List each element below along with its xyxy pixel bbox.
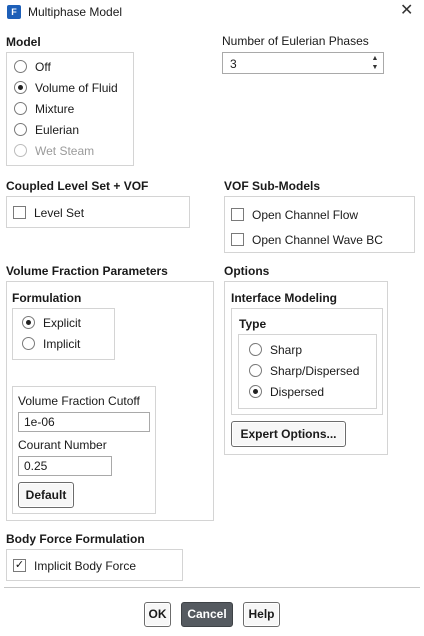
expert-options-button[interactable]: Expert Options... <box>231 421 346 447</box>
model-option-mixture[interactable]: Mixture <box>14 98 118 119</box>
formulation-label: Implicit <box>43 336 81 351</box>
implicit-body-force-checkbox[interactable]: ✓ <box>13 559 26 572</box>
formulation-title: Formulation <box>12 291 82 305</box>
model-option-wet-steam: Wet Steam <box>14 140 118 161</box>
cancel-button[interactable]: Cancel <box>181 602 233 627</box>
type-group: Sharp Sharp/Dispersed Dispersed <box>238 334 377 409</box>
footer-divider <box>4 587 420 588</box>
eulerian-phases-spinner[interactable]: 3 ▲ ▼ <box>222 52 384 74</box>
options-title: Options <box>224 264 270 278</box>
cutoff-label: Volume Fraction Cutoff <box>18 394 140 408</box>
radio-sharp[interactable] <box>249 343 262 356</box>
open-channel-wave-bc-checkbox[interactable] <box>231 233 244 246</box>
help-button[interactable]: Help <box>243 602 280 627</box>
cutoff-group: Volume Fraction Cutoff 1e-06 Courant Num… <box>12 386 156 514</box>
open-channel-wave-bc-label: Open Channel Wave BC <box>252 232 383 247</box>
model-option-label: Eulerian <box>35 122 80 137</box>
model-option-eulerian[interactable]: Eulerian <box>14 119 118 140</box>
radio-eulerian[interactable] <box>14 123 27 136</box>
eulerian-phases-label: Number of Eulerian Phases <box>222 34 369 48</box>
volume-fraction-title: Volume Fraction Parameters <box>6 264 168 278</box>
radio-dispersed[interactable] <box>249 385 262 398</box>
volume-fraction-group: Formulation Explicit Implicit Volume Fra… <box>6 281 214 521</box>
level-set-label: Level Set <box>34 205 85 220</box>
implicit-body-force-option[interactable]: ✓ Implicit Body Force <box>13 555 136 576</box>
spinner-arrows-icon[interactable]: ▲ ▼ <box>369 54 381 72</box>
ok-button[interactable]: OK <box>144 602 171 627</box>
radio-vof[interactable] <box>14 81 27 94</box>
radio-explicit[interactable] <box>22 316 35 329</box>
model-option-vof[interactable]: Volume of Fluid <box>14 77 118 98</box>
model-section-title: Model <box>6 35 41 49</box>
open-channel-flow-label: Open Channel Flow <box>252 207 359 222</box>
type-dispersed[interactable]: Dispersed <box>249 381 359 402</box>
eulerian-phases-value[interactable]: 3 <box>230 57 237 71</box>
default-button[interactable]: Default <box>18 482 74 508</box>
radio-wet-steam <box>14 144 27 157</box>
body-force-title: Body Force Formulation <box>6 532 145 546</box>
radio-off[interactable] <box>14 60 27 73</box>
model-option-label: Wet Steam <box>35 143 95 158</box>
type-sharp-dispersed[interactable]: Sharp/Dispersed <box>249 360 359 381</box>
options-group: Interface Modeling Type Sharp Sharp/Disp… <box>224 281 388 455</box>
open-channel-flow-option[interactable]: Open Channel Flow <box>231 202 383 227</box>
courant-input[interactable]: 0.25 <box>18 456 112 476</box>
cutoff-input[interactable]: 1e-06 <box>18 412 150 432</box>
model-group: Off Volume of Fluid Mixture Eulerian Wet… <box>6 52 134 166</box>
formulation-group: Explicit Implicit <box>12 308 115 360</box>
model-option-label: Off <box>35 59 51 74</box>
type-label: Sharp <box>270 342 303 357</box>
formulation-explicit[interactable]: Explicit <box>22 312 81 333</box>
formulation-implicit[interactable]: Implicit <box>22 333 81 354</box>
body-force-group: ✓ Implicit Body Force <box>6 549 183 581</box>
coupled-level-set-title: Coupled Level Set + VOF <box>6 179 149 193</box>
model-option-off[interactable]: Off <box>14 56 118 77</box>
model-option-label: Volume of Fluid <box>35 80 118 95</box>
level-set-checkbox[interactable] <box>13 206 26 219</box>
close-icon[interactable]: ✕ <box>400 2 413 20</box>
open-channel-wave-bc-option[interactable]: Open Channel Wave BC <box>231 227 383 252</box>
vof-submodels-group: Open Channel Flow Open Channel Wave BC <box>224 196 415 253</box>
implicit-body-force-label: Implicit Body Force <box>34 558 137 573</box>
type-title: Type <box>239 317 267 331</box>
radio-sharp-dispersed[interactable] <box>249 364 262 377</box>
vof-submodels-title: VOF Sub-Models <box>224 179 320 193</box>
type-sharp[interactable]: Sharp <box>249 339 359 360</box>
courant-label: Courant Number <box>18 438 107 452</box>
app-logo-icon: F <box>7 5 21 19</box>
interface-modeling-group: Type Sharp Sharp/Dispersed Dispersed <box>231 308 383 415</box>
open-channel-flow-checkbox[interactable] <box>231 208 244 221</box>
coupled-level-set-group: Level Set <box>6 196 190 228</box>
level-set-option[interactable]: Level Set <box>13 202 84 223</box>
window-title: Multiphase Model <box>28 5 123 19</box>
radio-implicit[interactable] <box>22 337 35 350</box>
radio-mixture[interactable] <box>14 102 27 115</box>
formulation-label: Explicit <box>43 315 82 330</box>
interface-modeling-title: Interface Modeling <box>231 291 338 305</box>
model-option-label: Mixture <box>35 101 75 116</box>
type-label: Dispersed <box>270 384 325 399</box>
type-label: Sharp/Dispersed <box>270 363 360 378</box>
